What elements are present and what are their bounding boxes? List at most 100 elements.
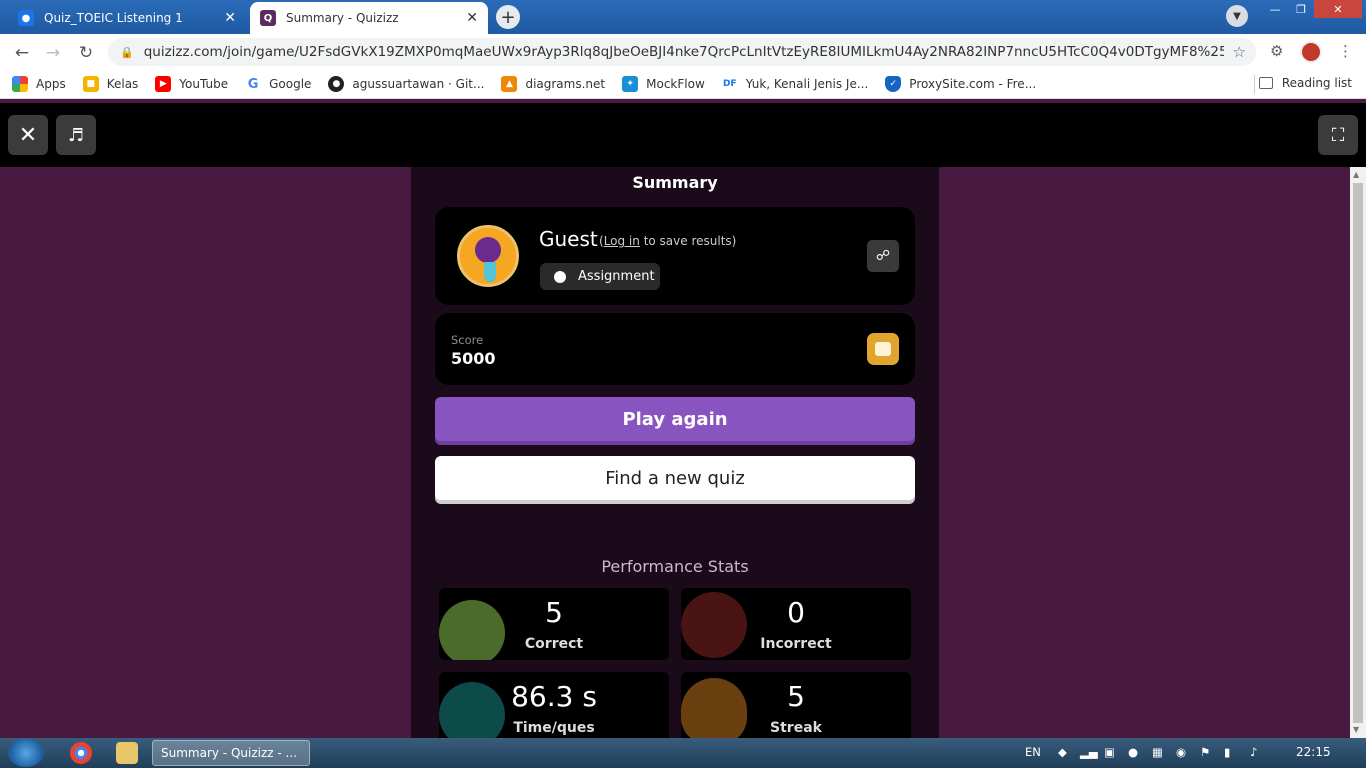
reload-icon[interactable]: ↻	[73, 40, 99, 66]
bookmark-google[interactable]: G Google	[245, 76, 311, 92]
bookmark-label: Google	[269, 77, 312, 91]
close-tab-icon[interactable]: ✕	[224, 10, 236, 26]
forward-icon[interactable]: →	[40, 40, 66, 66]
browser-tab-strip: ● Quiz_TOEIC Listening 1 ✕ Q Summary - Q…	[0, 0, 1366, 34]
menu-icon[interactable]: ⋮	[1338, 42, 1353, 60]
fullscreen-icon: ⛶	[1331, 124, 1345, 146]
github-icon: ●	[328, 76, 345, 92]
login-note: (Log in to save results)	[599, 234, 737, 248]
flag-icon[interactable]: ⚑	[1200, 745, 1210, 759]
start-button[interactable]	[8, 739, 44, 767]
bookmark-kenali[interactable]: DF Yuk, Kenali Jenis Je...	[721, 76, 868, 92]
signal-icon[interactable]: ▂▄	[1080, 745, 1098, 759]
coins-icon	[867, 333, 899, 365]
network-icon[interactable]: ▣	[1104, 745, 1115, 759]
bookmark-mockflow[interactable]: ✦ MockFlow	[622, 76, 705, 92]
google-classroom-icon: ●	[18, 10, 34, 26]
score-card: Score 5000	[435, 313, 915, 385]
bookmark-kelas[interactable]: ■ Kelas	[82, 76, 139, 92]
apps-grid-icon	[12, 76, 28, 92]
scroll-up-icon[interactable]: ▲	[1353, 170, 1359, 179]
lock-icon[interactable]: 🔒	[120, 46, 134, 59]
share-button[interactable]: ☍	[867, 240, 899, 272]
microphone-icon	[475, 237, 501, 263]
bookmark-label: YouTube	[179, 77, 229, 91]
quiz-header-bar: ✕ ♬ ⛶	[0, 103, 1366, 167]
mute-toggle-button[interactable]: ♬	[56, 115, 96, 155]
restore-icon[interactable]: ❐	[1288, 0, 1314, 18]
stat-value: 0	[787, 596, 805, 629]
back-icon[interactable]: ←	[9, 40, 35, 66]
play-again-button[interactable]: Play again	[435, 397, 915, 441]
close-icon: ✕	[18, 122, 38, 148]
taskbar-clock[interactable]: 22:15	[1296, 745, 1331, 759]
bookmark-youtube[interactable]: ▶ YouTube	[155, 76, 228, 92]
bookmarks-bar: Apps ■ Kelas ▶ YouTube G Google ● agussu…	[0, 70, 1366, 99]
find-new-quiz-button[interactable]: Find a new quiz	[435, 456, 915, 500]
reading-list-button[interactable]: Reading list	[1258, 76, 1352, 90]
mode-badge: Assignment	[540, 263, 660, 290]
dropbox-icon[interactable]: ◆	[1058, 745, 1067, 759]
page-title: Summary	[632, 173, 718, 192]
keyboard-icon[interactable]: ▦	[1152, 745, 1163, 759]
bookmark-proxysite[interactable]: ✓ ProxySite.com - Fre...	[885, 76, 1036, 92]
extensions-icon[interactable]: ⚙	[1270, 42, 1283, 60]
user-name: Guest	[539, 227, 598, 251]
close-window-icon[interactable]: ✕	[1314, 0, 1362, 18]
tab-search-icon[interactable]: ▼	[1226, 5, 1248, 27]
bookmark-label: ProxySite.com - Fre...	[909, 77, 1037, 91]
stat-value: 5	[545, 596, 563, 629]
bookmark-label: MockFlow	[646, 77, 705, 91]
df-icon: DF	[721, 76, 738, 92]
fullscreen-button[interactable]: ⛶	[1318, 115, 1358, 155]
bookmark-diagrams[interactable]: ▲ diagrams.net	[501, 76, 605, 92]
volume-icon[interactable]: ♪	[1250, 745, 1257, 759]
tab-quiz-toeic[interactable]: ● Quiz_TOEIC Listening 1 ✕	[8, 2, 246, 34]
minimize-icon[interactable]: —	[1262, 0, 1288, 18]
reading-list-icon	[1258, 77, 1273, 89]
scroll-down-icon[interactable]: ▼	[1353, 725, 1359, 734]
language-indicator[interactable]: EN	[1025, 745, 1041, 759]
new-tab-button[interactable]: +	[496, 5, 520, 29]
mockflow-icon: ✦	[622, 76, 639, 92]
scrollbar-thumb[interactable]	[1353, 183, 1363, 723]
score-label: Score	[451, 333, 484, 347]
bookmark-star-icon[interactable]: ☆	[1233, 43, 1246, 61]
browser-toolbar: ← → ↻ 🔒 quizizz.com/join/game/U2FsdGVkX1…	[0, 34, 1366, 70]
chrome-icon[interactable]	[70, 742, 92, 764]
address-bar[interactable]: 🔒 quizizz.com/join/game/U2FsdGVkX19ZMXP0…	[108, 38, 1256, 66]
tab-summary-quizizz[interactable]: Q Summary - Quizizz ✕	[250, 2, 488, 34]
diagrams-icon: ▲	[501, 76, 518, 92]
app-tray-icon[interactable]: ●	[1128, 745, 1138, 759]
bookmark-apps[interactable]: Apps	[12, 76, 66, 92]
avatar	[457, 225, 519, 287]
score-value: 5000	[451, 349, 496, 368]
power-icon[interactable]: ▮	[1224, 745, 1230, 759]
page-scrollbar[interactable]: ▲ ▼	[1350, 167, 1366, 738]
clock-icon	[554, 270, 566, 283]
share-icon: ☍	[875, 248, 891, 264]
classroom-icon: ■	[82, 76, 99, 92]
close-quiz-button[interactable]: ✕	[8, 115, 48, 155]
taskbar-task-chrome[interactable]: Summary - Quizizz - ...	[152, 740, 310, 766]
performance-stats-title: Performance Stats	[601, 557, 749, 576]
bookmark-label: diagrams.net	[525, 77, 606, 91]
login-link[interactable]: Log in	[604, 234, 640, 248]
stat-label: Time/ques	[513, 720, 595, 736]
tab-title: Quiz_TOEIC Listening 1	[44, 11, 183, 25]
folder-icon[interactable]	[116, 742, 138, 764]
stat-streak: 5 Streak	[681, 672, 911, 744]
bookmark-label: Kelas	[106, 77, 139, 91]
quizizz-icon: Q	[260, 10, 276, 26]
youtube-icon: ▶	[155, 76, 172, 92]
close-tab-icon[interactable]: ✕	[466, 10, 478, 26]
stat-value: 86.3 s	[511, 680, 597, 713]
profile-avatar[interactable]	[1300, 41, 1322, 63]
chrome-tray-icon[interactable]: ◉	[1176, 745, 1186, 759]
stat-label: Streak	[770, 720, 822, 736]
bookmarks-divider	[1254, 75, 1255, 94]
bookmark-github[interactable]: ● agussuartawan · Git...	[328, 76, 484, 92]
music-off-icon: ♬	[67, 124, 85, 146]
shield-icon: ✓	[885, 76, 902, 92]
stat-label: Correct	[524, 636, 584, 652]
